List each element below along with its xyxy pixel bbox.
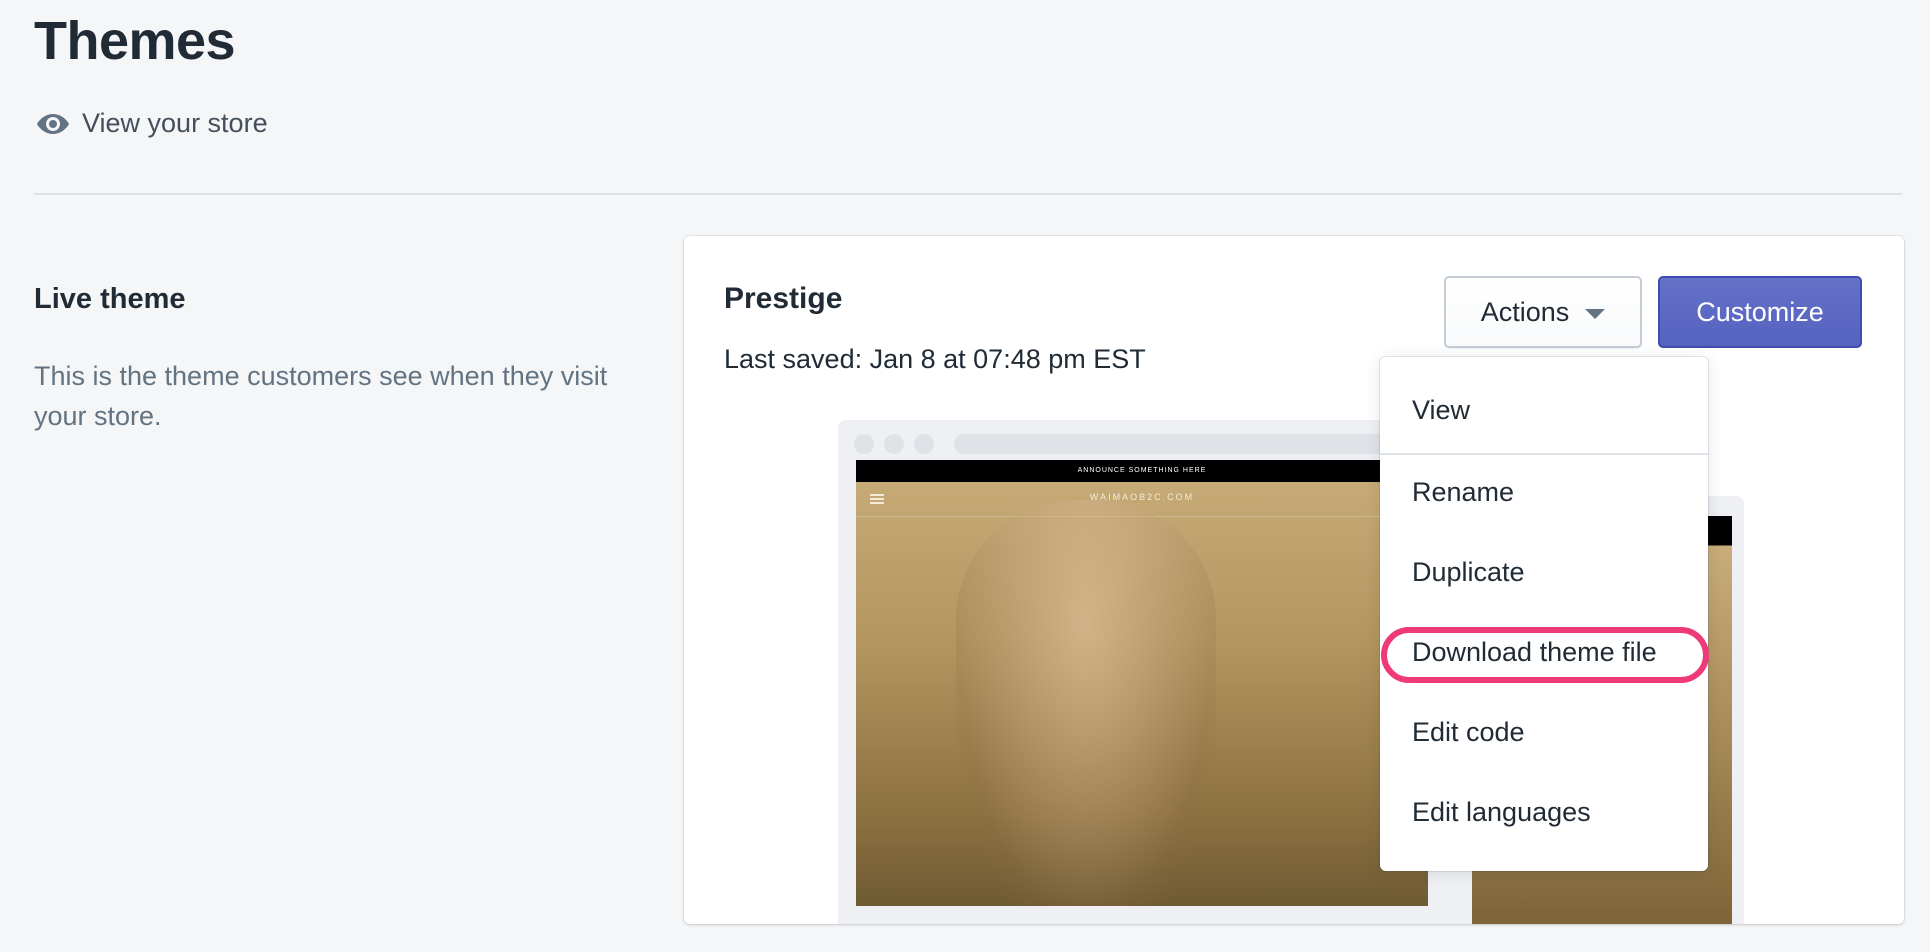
themes-page: Themes View your store Live theme This i… [0, 0, 1930, 952]
caret-down-icon [1585, 308, 1606, 319]
menu-item-edit-languages[interactable]: Edit languages [1412, 797, 1591, 828]
menu-separator [1380, 453, 1708, 455]
customize-button[interactable]: Customize [1658, 276, 1862, 348]
view-store-link[interactable]: View your store [36, 108, 268, 139]
preview-site-name: WAIMAOB2C.COM [1089, 492, 1195, 502]
announcement-bar: ANNOUNCE SOMETHING HERE [856, 460, 1428, 482]
section-divider [34, 193, 1902, 195]
menu-item-view[interactable]: View [1412, 395, 1470, 426]
live-theme-heading: Live theme [34, 283, 186, 315]
actions-button-label: Actions [1480, 296, 1570, 327]
actions-button[interactable]: Actions [1444, 276, 1642, 348]
highlight-annotation [1381, 627, 1709, 683]
menu-item-rename[interactable]: Rename [1412, 477, 1514, 508]
window-dot [884, 434, 904, 454]
menu-item-duplicate[interactable]: Duplicate [1412, 557, 1525, 588]
actions-menu: View Rename Duplicate Download theme fil… [1380, 357, 1708, 871]
theme-last-saved: Last saved: Jan 8 at 07:48 pm EST [724, 344, 1146, 374]
eye-icon [36, 112, 70, 136]
hero-image [956, 500, 1216, 906]
view-store-label: View your store [82, 108, 268, 138]
window-dot [854, 434, 874, 454]
theme-name: Prestige [724, 282, 843, 315]
menu-item-edit-code[interactable]: Edit code [1412, 717, 1525, 748]
preview-screen: ANNOUNCE SOMETHING HERE WAIMAOB2C.COM [856, 460, 1428, 906]
live-theme-card: Prestige Last saved: Jan 8 at 07:48 pm E… [684, 236, 1904, 924]
live-theme-description: This is the theme customers see when the… [34, 361, 608, 431]
window-dot [914, 434, 934, 454]
page-title: Themes [34, 11, 236, 71]
